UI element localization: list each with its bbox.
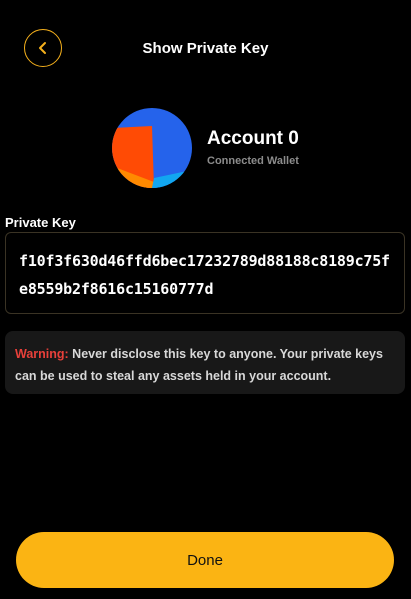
warning-box: Warning: Never disclose this key to anyo… xyxy=(5,331,405,394)
account-summary: Account 0 Connected Wallet xyxy=(112,108,299,188)
done-button[interactable]: Done xyxy=(16,532,394,588)
account-info: Account 0 Connected Wallet xyxy=(207,127,299,167)
private-key-label: Private Key xyxy=(5,215,76,230)
account-subtitle: Connected Wallet xyxy=(207,154,299,167)
account-name: Account 0 xyxy=(207,127,299,149)
page-title: Show Private Key xyxy=(142,40,269,57)
avatar xyxy=(112,108,192,188)
warning-message: Never disclose this key to anyone. Your … xyxy=(15,347,383,383)
warning-label: Warning: xyxy=(15,347,69,361)
private-key-box[interactable]: f10f3f630d46ffd6bec17232789d88188c8189c7… xyxy=(5,232,405,314)
private-key-value[interactable]: f10f3f630d46ffd6bec17232789d88188c8189c7… xyxy=(19,247,392,303)
